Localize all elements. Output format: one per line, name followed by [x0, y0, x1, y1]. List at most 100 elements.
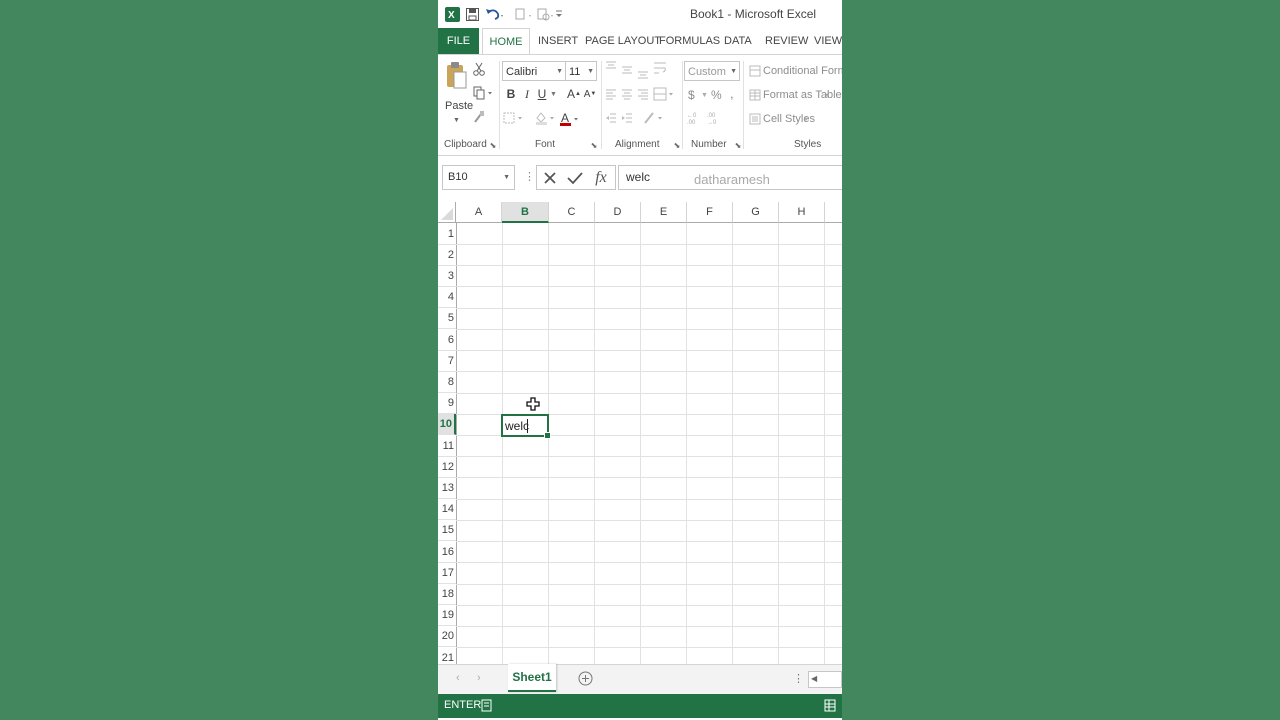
comma-button[interactable]: , [730, 86, 734, 101]
scroll-sheets-right-icon[interactable]: › [477, 672, 481, 684]
copy-icon[interactable] [472, 85, 494, 101]
conditional-formatting-icon[interactable] [748, 64, 762, 78]
macro-record-icon[interactable] [481, 699, 493, 715]
currency-dropdown-icon[interactable]: ▼ [701, 92, 708, 99]
formula-bar-grip-icon[interactable]: ⋮ [524, 170, 535, 183]
merge-center-icon[interactable] [652, 86, 676, 102]
row-header[interactable]: 16 [438, 542, 456, 564]
tab-view[interactable]: VIEW [814, 28, 842, 54]
horizontal-scrollbar[interactable]: ◀ [808, 671, 842, 688]
align-bottom-icon[interactable] [636, 66, 650, 80]
format-as-table-icon[interactable] [748, 88, 762, 102]
row-header[interactable]: 19 [438, 605, 456, 627]
row-header[interactable]: 20 [438, 626, 456, 648]
font-color-button[interactable]: A [558, 110, 582, 128]
grow-font-button[interactable]: A ▲ [566, 86, 582, 102]
italic-button[interactable]: I [520, 86, 534, 102]
paste-label[interactable]: Paste [445, 100, 473, 112]
tab-home[interactable]: HOME [482, 28, 530, 56]
fill-handle[interactable] [544, 432, 551, 439]
paste-icon[interactable] [444, 61, 468, 91]
normal-view-icon[interactable] [824, 699, 836, 715]
row-header[interactable]: 9 [438, 393, 456, 415]
borders-icon[interactable] [502, 110, 526, 126]
conditional-formatting-button[interactable]: Conditional Formatting [763, 65, 842, 77]
column-header-e[interactable]: E [641, 202, 687, 223]
tab-review[interactable]: REVIEW [765, 28, 808, 54]
percent-button[interactable]: % [711, 88, 722, 102]
tab-formulas[interactable]: FORMULAS [659, 28, 720, 54]
number-launcher-icon[interactable]: ⬊ [733, 140, 743, 150]
row-header[interactable]: 17 [438, 563, 456, 585]
undo-icon[interactable] [484, 5, 506, 23]
scroll-sheets-left-icon[interactable]: ‹ [456, 672, 460, 684]
increase-indent-icon[interactable] [620, 111, 634, 125]
fill-color-icon[interactable] [534, 110, 558, 126]
column-header-g[interactable]: G [733, 202, 779, 223]
confirm-entry-icon[interactable] [566, 169, 584, 187]
increase-decimal-icon[interactable]: ←0.00 [686, 110, 704, 126]
orientation-icon[interactable] [642, 110, 666, 126]
column-header-c[interactable]: C [549, 202, 595, 223]
align-center-icon[interactable] [620, 87, 634, 101]
row-header[interactable]: 5 [438, 308, 456, 330]
save-icon[interactable] [464, 5, 480, 23]
decrease-decimal-icon[interactable]: .00 →0 [706, 110, 724, 126]
sheet-tab-sheet1[interactable]: Sheet1 [508, 664, 556, 692]
underline-button[interactable]: U [535, 86, 549, 102]
column-header-b[interactable]: B [502, 202, 549, 223]
align-right-icon[interactable] [636, 87, 650, 101]
tab-page-layout[interactable]: PAGE LAYOUT [585, 28, 661, 54]
currency-button[interactable]: $ [688, 88, 695, 102]
tab-insert[interactable]: INSERT [538, 28, 578, 54]
customize-qat-icon[interactable] [554, 5, 564, 23]
tab-data[interactable]: DATA [724, 28, 752, 54]
select-all-corner[interactable] [438, 202, 456, 223]
insert-function-icon[interactable]: fx [591, 167, 611, 189]
row-header[interactable]: 12 [438, 457, 456, 479]
bold-button[interactable]: B [504, 86, 518, 102]
format-as-table-dropdown-icon[interactable]: ▼ [824, 93, 830, 99]
worksheet-grid[interactable]: A B C D E F G H 1 2 3 4 5 6 7 8 9 10 11 … [438, 202, 842, 664]
tab-split-grip-icon[interactable]: ⋮ [793, 672, 804, 685]
row-header-active[interactable]: 10 [438, 414, 456, 436]
active-cell-b10[interactable]: welc [501, 414, 551, 439]
name-box[interactable]: B10 ▼ [442, 165, 515, 190]
font-size-dropdown[interactable]: 11 ▼ [565, 61, 597, 81]
row-header[interactable]: 13 [438, 478, 456, 500]
column-header-i[interactable] [825, 202, 842, 223]
row-header[interactable]: 18 [438, 584, 456, 606]
row-header[interactable]: 7 [438, 351, 456, 373]
row-header[interactable]: 4 [438, 287, 456, 309]
align-top-icon[interactable] [604, 60, 618, 74]
new-sheet-icon[interactable] [578, 671, 593, 689]
cancel-entry-icon[interactable] [541, 169, 559, 187]
row-header[interactable]: 14 [438, 499, 456, 521]
number-format-dropdown[interactable]: Custom ▼ [684, 61, 740, 81]
row-header[interactable]: 11 [438, 436, 456, 458]
row-header[interactable]: 3 [438, 266, 456, 288]
row-header[interactable]: 21 [438, 648, 456, 664]
shrink-font-button[interactable]: A ▼ [583, 86, 597, 102]
cut-icon[interactable] [472, 61, 486, 77]
font-name-dropdown[interactable]: Calibri ▼ [502, 61, 566, 81]
align-middle-icon[interactable] [620, 63, 634, 77]
wrap-text-icon[interactable] [652, 60, 668, 78]
row-header[interactable]: 6 [438, 330, 456, 352]
underline-dropdown-icon[interactable]: ▼ [550, 91, 557, 98]
row-header[interactable]: 2 [438, 245, 456, 267]
cell-styles-dropdown-icon[interactable]: ▼ [803, 117, 809, 123]
repeat-icon[interactable] [534, 5, 556, 23]
column-header-a[interactable]: A [456, 202, 502, 223]
align-left-icon[interactable] [604, 87, 618, 101]
format-painter-icon[interactable] [472, 109, 486, 125]
redo-icon[interactable] [512, 5, 534, 23]
column-header-f[interactable]: F [687, 202, 733, 223]
tab-file[interactable]: FILE [438, 28, 479, 54]
column-header-d[interactable]: D [595, 202, 641, 223]
font-launcher-icon[interactable]: ⬊ [589, 140, 599, 150]
row-header[interactable]: 15 [438, 520, 456, 542]
alignment-launcher-icon[interactable]: ⬊ [672, 140, 682, 150]
decrease-indent-icon[interactable] [604, 111, 618, 125]
column-header-h[interactable]: H [779, 202, 825, 223]
